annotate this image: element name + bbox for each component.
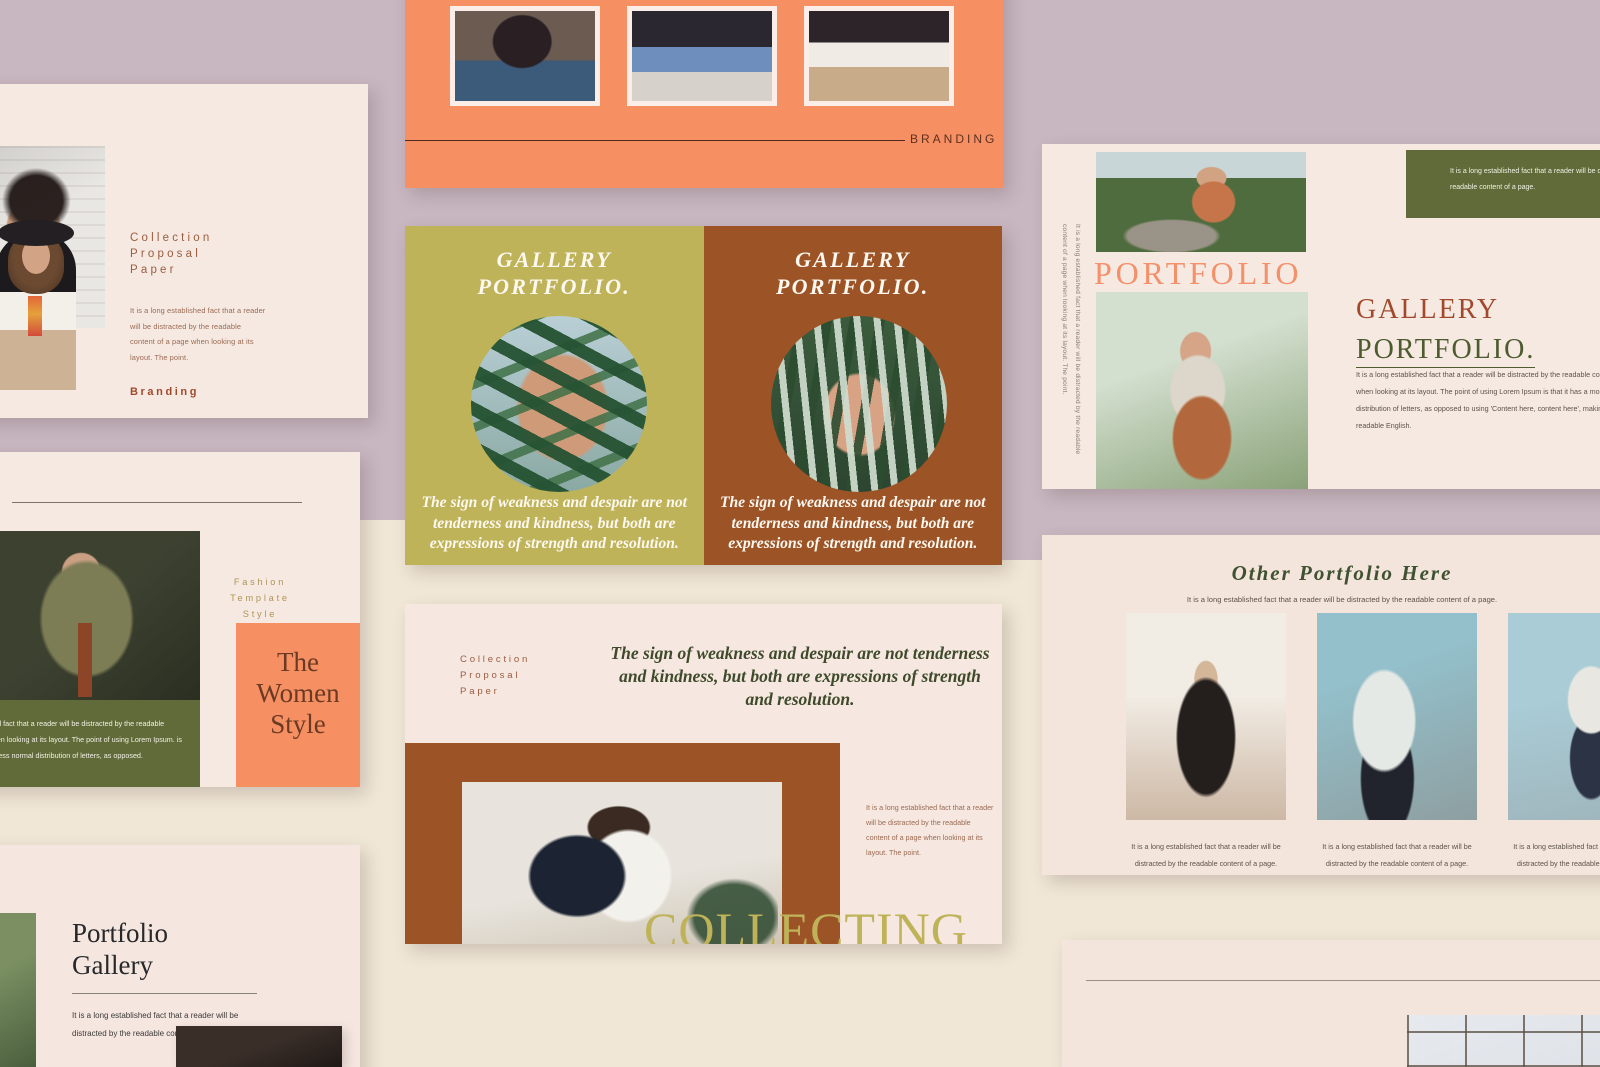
kicker-line-2: Proposal xyxy=(460,670,521,681)
slide-the-women-style[interactable]: Here. It is a long established fact that… xyxy=(0,452,360,787)
hero-photo xyxy=(0,146,105,390)
slide-body-text: It is a long established fact that a rea… xyxy=(0,719,182,760)
model-photo xyxy=(0,531,200,700)
divider-rule xyxy=(1086,980,1600,981)
slide-big-word: COLLECTING xyxy=(644,902,968,944)
foliage-photo xyxy=(0,913,36,1067)
blossom-photo xyxy=(1096,292,1308,489)
portfolio-photo-1 xyxy=(1126,613,1286,820)
gallery-panel-rust[interactable]: GALLERY PORTFOLIO. The sign of weakness … xyxy=(703,226,1002,565)
portfolio-caption-2: It is a long established fact that a rea… xyxy=(1322,842,1472,868)
coral-title-block: The Women Style xyxy=(236,623,360,787)
thumbnail-1 xyxy=(450,6,600,106)
kicker-line-1: Fashion xyxy=(233,577,287,587)
gallery-quote-olive: The sign of weakness and despair are not… xyxy=(421,494,688,553)
gallery-title-line-1: GALLERY xyxy=(496,247,612,272)
slide-other-portfolio-here[interactable]: Other Portfolio Here It is a long establ… xyxy=(1042,535,1600,875)
kicker-line-3: Paper xyxy=(130,264,177,276)
green-caption-box: It is a long established fact that a rea… xyxy=(1406,150,1600,218)
portfolio-column-3[interactable]: It is a long established fact that a rea… xyxy=(1508,613,1600,872)
gallery-quote-rust: The sign of weakness and despair are not… xyxy=(719,494,986,553)
thumbnail-2 xyxy=(627,6,777,106)
title-rule xyxy=(72,993,257,994)
green-caption-text: It is a long established fact that a rea… xyxy=(1450,168,1600,191)
gallery-panel-olive[interactable]: GALLERY PORTFOLIO. The sign of weakness … xyxy=(405,226,704,565)
portfolio-photo-3 xyxy=(1508,613,1600,820)
heading-rule xyxy=(12,502,302,503)
kicker-line-1: Collection xyxy=(130,232,213,244)
slide-title: Portfolio Gallery xyxy=(72,917,168,981)
gallery-title-line-2: PORTFOLIO. xyxy=(776,274,930,299)
kicker-line-2: Proposal xyxy=(130,248,201,260)
kicker-line-2: Template xyxy=(230,593,290,603)
slide-branding-orange[interactable]: BRANDING xyxy=(405,0,1003,188)
slide-collecting[interactable]: Collection Proposal Paper The sign of we… xyxy=(405,604,1002,944)
hero-hat xyxy=(0,220,74,246)
kicker-line-3: Paper xyxy=(460,686,500,697)
branding-label: Branding xyxy=(130,386,200,398)
gallery-title-line-1: GALLERY xyxy=(795,247,911,272)
mountain-photo xyxy=(1096,152,1306,252)
slide-partial-bottom-right[interactable] xyxy=(1062,940,1600,1067)
title-line-2: Gallery xyxy=(72,950,153,980)
slide-footer-label: BRANDING xyxy=(910,132,998,146)
slide-collection-proposal-paper[interactable]: Collection Proposal Paper It is a long e… xyxy=(0,84,368,418)
coral-title: The Women Style xyxy=(256,647,340,739)
gallery-circle-photo-rust xyxy=(770,316,947,492)
portfolio-column-2[interactable]: It is a long established fact that a rea… xyxy=(1317,613,1477,872)
slide-kicker: Collection Proposal Paper xyxy=(460,652,530,700)
slide-title: Other Portfolio Here xyxy=(1231,561,1453,585)
slide-side-body-text: It is a long established fact that a rea… xyxy=(866,803,994,857)
title-line-2: PORTFOLIO. xyxy=(1356,334,1536,368)
window-grid-photo xyxy=(1407,1015,1600,1067)
gallery-title-olive: GALLERY PORTFOLIO. xyxy=(478,246,631,300)
gallery-circle-photo-olive xyxy=(471,316,647,492)
bottom-left-photo-strip xyxy=(176,1026,342,1067)
slide-title: GALLERY PORTFOLIO. xyxy=(1356,290,1600,370)
olive-text-block: It is a long established fact that a rea… xyxy=(0,700,200,787)
vertical-caption: It is a long established fact that a rea… xyxy=(1061,224,1081,455)
portfolio-word: PORTFOLIO xyxy=(1094,255,1303,291)
portfolio-column-1[interactable]: It is a long established fact that a rea… xyxy=(1126,613,1286,872)
portfolio-caption-3: It is a long established fact that a rea… xyxy=(1513,842,1600,868)
thumbnail-3 xyxy=(804,6,954,106)
portfolio-caption-1: It is a long established fact that a rea… xyxy=(1131,842,1281,868)
slide-kicker: Fashion Template Style xyxy=(199,574,321,622)
slide-portfolio-gallery-right[interactable]: It is a long established fact that a rea… xyxy=(1042,144,1600,489)
gallery-title-rust: GALLERY PORTFOLIO. xyxy=(776,246,929,300)
slide-subtitle: It is a long established fact that a rea… xyxy=(1186,595,1498,604)
kicker-line-1: Collection xyxy=(460,654,531,665)
slide-gallery-portfolio-duo[interactable]: GALLERY PORTFOLIO. The sign of weakness … xyxy=(405,226,1002,565)
slide-kicker: Collection Proposal Paper xyxy=(130,230,213,278)
hero-scarf xyxy=(28,296,42,336)
slide-body-text: It is a long established fact that a rea… xyxy=(130,306,266,362)
title-line-1: Portfolio xyxy=(72,918,169,948)
title-line-1: GALLERY xyxy=(1356,294,1500,325)
slide-body-text: It is a long established fact that a rea… xyxy=(1356,370,1600,430)
portfolio-photo-2 xyxy=(1317,613,1477,820)
slide-quote: The sign of weakness and despair are not… xyxy=(610,643,990,709)
kicker-line-3: Style xyxy=(242,609,278,619)
gallery-title-line-2: PORTFOLIO. xyxy=(477,274,631,299)
divider-rule xyxy=(405,140,905,141)
slide-heading: Here. xyxy=(0,462,2,493)
